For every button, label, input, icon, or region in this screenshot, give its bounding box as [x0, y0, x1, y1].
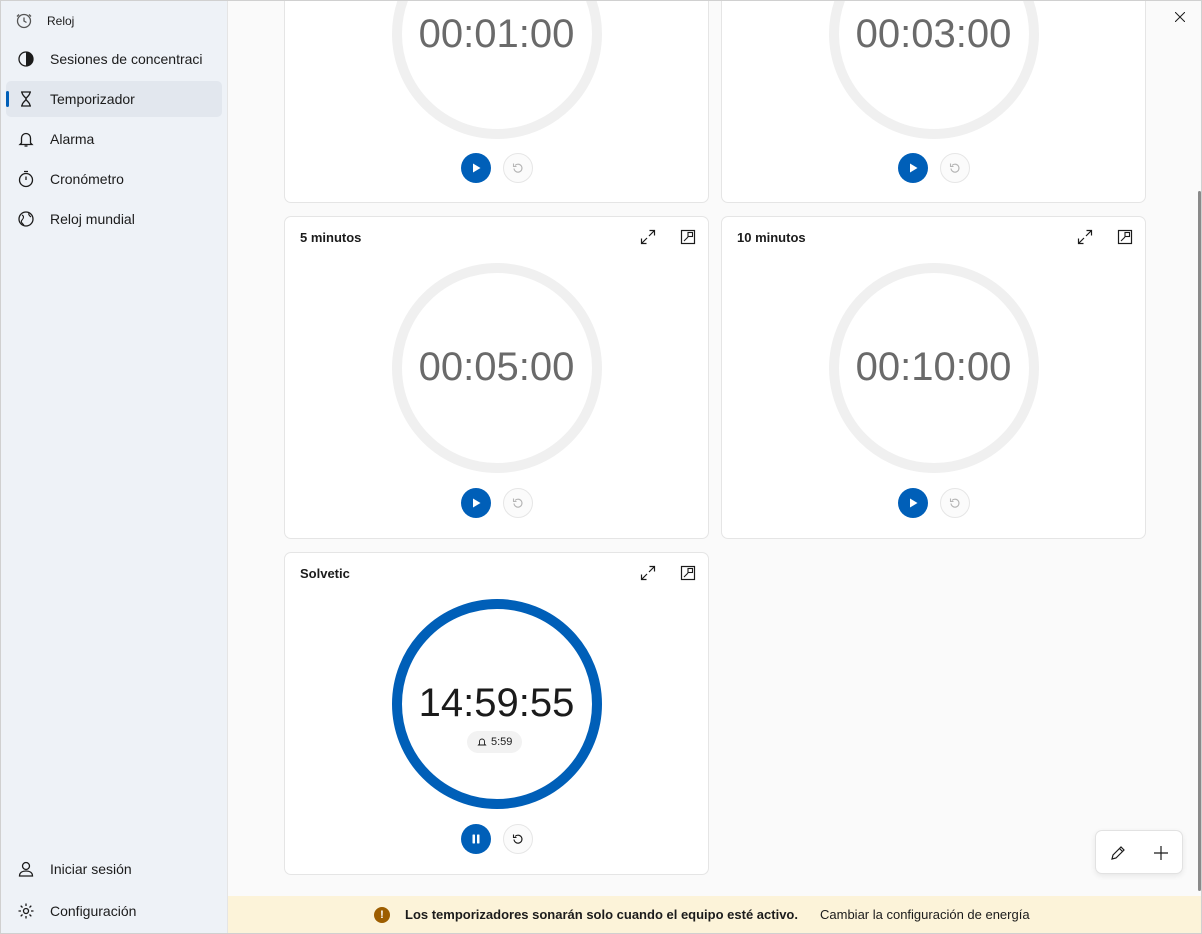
expand-icon[interactable] — [1075, 227, 1095, 247]
warning-icon: ! — [374, 907, 390, 923]
sidebar-item-alarm[interactable]: Alarma — [6, 121, 222, 157]
timer-time: 00:03:00 — [855, 12, 1012, 56]
active-indicator — [6, 91, 9, 107]
close-icon[interactable] — [1157, 1, 1201, 33]
reset-icon — [512, 163, 523, 173]
reset-button[interactable] — [940, 153, 970, 183]
timer-actions — [1095, 830, 1183, 874]
timer-card[interactable]: 00:01:00 — [284, 1, 709, 203]
reset-icon — [949, 498, 960, 508]
timer-name: 10 minutos — [737, 230, 806, 245]
bell-icon — [17, 130, 35, 148]
clock-app-icon — [15, 11, 33, 32]
main-content: 00:01:00 00:03:00 5 minutos 00:05:00 10 … — [227, 1, 1201, 933]
sign-in-label: Iniciar sesión — [50, 861, 132, 877]
pause-button[interactable] — [461, 824, 491, 854]
reset-button[interactable] — [503, 824, 533, 854]
keep-on-top-icon[interactable] — [678, 227, 698, 247]
timer-time: 14:59:55 — [418, 681, 575, 725]
timer-time: 00:01:00 — [418, 12, 575, 56]
settings-label: Configuración — [50, 903, 137, 919]
timer-time: 00:10:00 — [855, 345, 1012, 389]
person-icon — [17, 860, 35, 878]
clock-window: Reloj Sesiones de concentración Temporiz… — [0, 0, 1202, 934]
pause-icon — [472, 834, 480, 844]
keep-on-top-icon[interactable] — [1115, 227, 1135, 247]
sidebar-item-label: Reloj mundial — [50, 211, 135, 227]
timer-card[interactable]: 5 minutos 00:05:00 — [284, 216, 709, 539]
reset-button[interactable] — [503, 488, 533, 518]
start-button[interactable] — [898, 488, 928, 518]
power-warning-bar: ! Los temporizadores sonarán solo cuando… — [228, 896, 1201, 933]
gear-icon — [17, 902, 35, 920]
start-button[interactable] — [898, 153, 928, 183]
sidebar-item-label: Cronómetro — [50, 171, 124, 187]
add-timer-button[interactable] — [1139, 831, 1182, 875]
expand-icon[interactable] — [638, 227, 658, 247]
start-button[interactable] — [461, 488, 491, 518]
alarm-time-badge: 5:59 — [467, 731, 523, 753]
power-settings-link[interactable]: Cambiar la configuración de energía — [820, 907, 1030, 922]
app-title: Reloj — [47, 14, 75, 28]
expand-icon[interactable] — [638, 563, 658, 583]
plus-icon — [1153, 846, 1168, 860]
reset-button[interactable] — [503, 153, 533, 183]
app-title-bar: Reloj — [15, 10, 74, 32]
sidebar: Reloj Sesiones de concentración Temporiz… — [1, 1, 227, 933]
keep-on-top-icon[interactable] — [678, 563, 698, 583]
sidebar-item-world-clock[interactable]: Reloj mundial — [6, 201, 222, 237]
timer-name: Solvetic — [300, 566, 350, 581]
start-button[interactable] — [461, 153, 491, 183]
sidebar-item-stopwatch[interactable]: Cronómetro — [6, 161, 222, 197]
hourglass-icon — [17, 90, 35, 108]
play-icon — [473, 163, 481, 173]
settings-button[interactable]: Configuración — [6, 893, 222, 929]
sidebar-item-label: Alarma — [50, 131, 95, 147]
sign-in-button[interactable]: Iniciar sesión — [6, 851, 222, 887]
warning-message: Los temporizadores sonarán solo cuando e… — [405, 907, 798, 922]
reset-icon — [949, 163, 960, 173]
stopwatch-icon — [17, 170, 35, 188]
timer-card[interactable]: Solvetic 14:59:55 5:59 — [284, 552, 709, 875]
sidebar-item-focus-sessions[interactable]: Sesiones de concentración — [6, 41, 222, 77]
scrollbar[interactable] — [1198, 191, 1201, 891]
reset-button[interactable] — [940, 488, 970, 518]
alarm-time: 5:59 — [491, 736, 513, 748]
timer-card[interactable]: 00:03:00 — [721, 1, 1146, 203]
reset-icon — [512, 834, 523, 844]
reset-icon — [512, 498, 523, 508]
pencil-icon — [1110, 846, 1125, 860]
sidebar-item-label: Sesiones de concentración — [50, 51, 202, 67]
play-icon — [910, 163, 918, 173]
globe-icon — [17, 210, 35, 228]
timer-card[interactable]: 10 minutos 00:10:00 — [721, 216, 1146, 539]
edit-timers-button[interactable] — [1096, 831, 1139, 875]
play-icon — [473, 498, 481, 508]
play-icon — [910, 498, 918, 508]
timer-name: 5 minutos — [300, 230, 362, 245]
focus-icon — [17, 50, 35, 68]
sidebar-item-timer[interactable]: Temporizador — [6, 81, 222, 117]
bell-icon — [477, 738, 487, 746]
sidebar-item-label: Temporizador — [50, 91, 135, 107]
timer-time: 00:05:00 — [418, 345, 575, 389]
